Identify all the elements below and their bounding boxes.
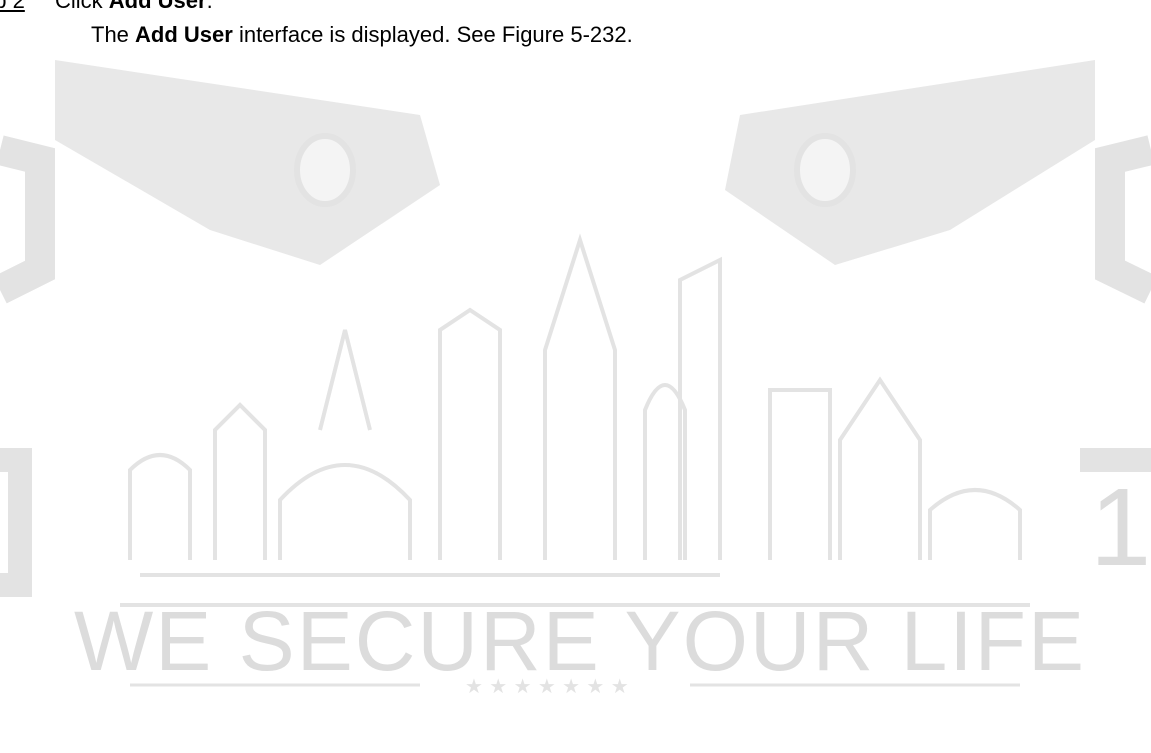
- svg-text:★ ★ ★ ★ ★ ★ ★: ★ ★ ★ ★ ★ ★ ★: [465, 674, 629, 698]
- right-camera-icon: [725, 60, 1151, 304]
- description-bold: Add User: [135, 22, 233, 47]
- left-camera-icon: [0, 60, 440, 304]
- step-line: ep 2 Click Add User.: [0, 0, 213, 14]
- step-text-prefix: Click: [55, 0, 109, 13]
- description-prefix: The: [91, 22, 136, 47]
- step-text-suffix: .: [206, 0, 213, 13]
- watermark-side-text: 19: [1090, 466, 1151, 589]
- step-number: ep 2: [0, 0, 25, 13]
- watermark-logo: WE SECURE YOUR LIFE 19 ★ ★ ★ ★ ★ ★ ★: [0, 60, 1151, 698]
- city-skyline-icon: [120, 233, 1030, 607]
- description-line: The Add User interface is displayed. See…: [91, 22, 633, 48]
- step-text-bold: Add User: [108, 0, 207, 13]
- description-suffix: interface is displayed. See Figure 5-232…: [232, 22, 633, 47]
- star-row: ★ ★ ★ ★ ★ ★ ★: [465, 674, 629, 698]
